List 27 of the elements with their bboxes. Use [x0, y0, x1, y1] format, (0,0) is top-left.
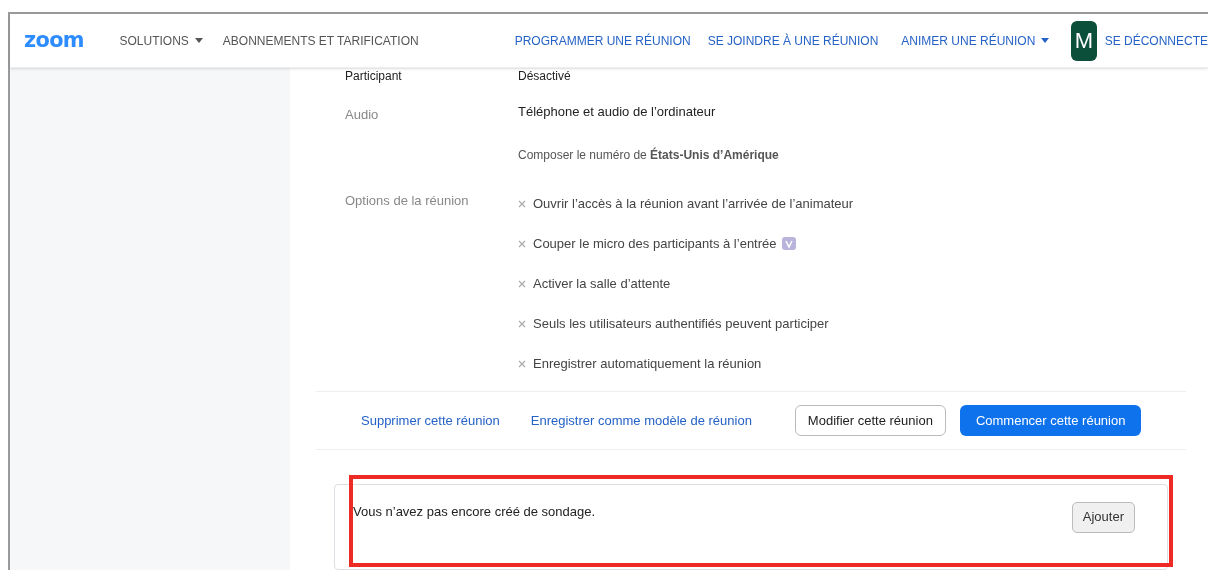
poll-message: Vous n’avez pas encore créé de sondage.: [353, 503, 596, 522]
signout-link[interactable]: SE DÉCONNECTE: [1104, 31, 1208, 50]
action-link[interactable]: Supprimer cette réunion: [361, 410, 500, 431]
edit-button[interactable]: Modifier cette réunion: [794, 404, 946, 436]
zoom-logo[interactable]: zoom: [24, 27, 94, 54]
action-link[interactable]: Enregistrer comme modèle de réunion: [530, 410, 752, 431]
field-label: Participant: [344, 68, 403, 85]
nav-link[interactable]: SE JOINDRE À UNE RÉUNION: [707, 31, 879, 50]
field-label: Audio: [345, 107, 379, 122]
caret-icon: [1041, 38, 1050, 43]
nav-link[interactable]: ANIMER UNE RÉUNION: [901, 31, 1050, 50]
avatar[interactable]: M: [1071, 20, 1097, 61]
nav-link[interactable]: SOLUTIONS: [119, 31, 203, 50]
field-label: Options de la réunion: [345, 192, 469, 208]
option-text: Couper le micro des participants à l’entrée: [533, 234, 777, 253]
caret-icon: [194, 38, 203, 43]
option-text: Seuls les utilisateurs authentifiés peuvent participer: [533, 314, 829, 333]
option-text: Ouvrir l’accès à la réunion avant l’arrivée de l’animateur: [533, 194, 854, 213]
field-value: Désactivé: [517, 68, 571, 85]
start-button[interactable]: Commencer cette réunion: [959, 404, 1142, 436]
add-button[interactable]: Ajouter: [1071, 501, 1135, 533]
nav-link[interactable]: ABONNEMENTS ET TARIFICATION: [222, 31, 419, 50]
dial-in-text: Composer le numéro de États-Unis d’Amérique: [518, 146, 779, 164]
nav-link[interactable]: PROGRAMMER UNE RÉUNION: [514, 31, 691, 50]
field-value: Téléphone et audio de l’ordinateur: [518, 103, 717, 121]
option-text: Activer la salle d’attente: [533, 274, 671, 293]
option-text: Enregistrer automatiquement la réunion: [533, 354, 762, 373]
